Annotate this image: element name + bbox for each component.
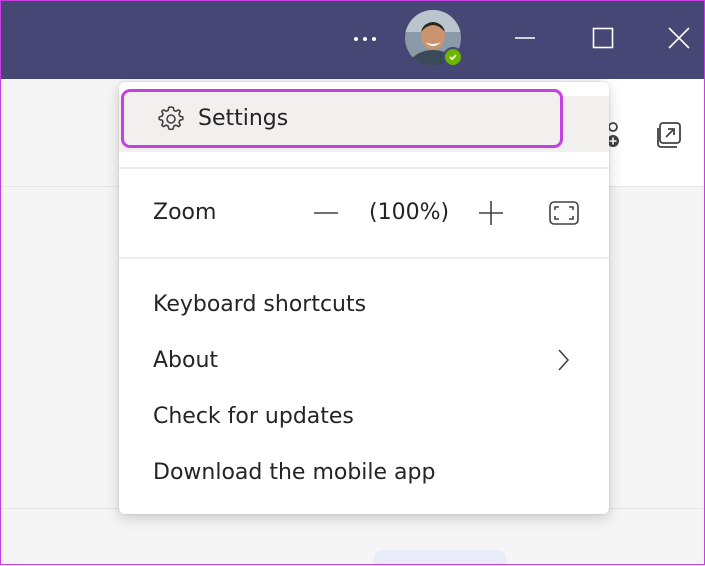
zoom-row: Zoom (100%) (119, 188, 609, 238)
menu-item-about[interactable]: About (153, 348, 218, 373)
full-screen-icon (549, 201, 579, 225)
menu-item-download-mobile-app[interactable]: Download the mobile app (153, 460, 435, 485)
close-icon (668, 27, 690, 49)
pop-out-icon (657, 122, 681, 148)
title-bar (0, 0, 705, 79)
pop-out-button[interactable] (655, 121, 683, 153)
maximize-icon (592, 27, 614, 49)
maximize-button[interactable] (583, 20, 623, 56)
about-submenu-button[interactable] (551, 345, 575, 375)
menu-item-keyboard-shortcuts[interactable]: Keyboard shortcuts (153, 292, 366, 317)
menu-item-check-for-updates[interactable]: Check for updates (153, 404, 354, 429)
minus-icon (314, 212, 338, 214)
minimize-icon (515, 37, 535, 39)
zoom-value: (100%) (369, 200, 450, 225)
zoom-in-button[interactable] (474, 196, 508, 230)
menu-item-settings[interactable]: Settings (121, 89, 563, 148)
more-horizontal-icon (354, 37, 376, 41)
menu-item-settings-label: Settings (198, 106, 289, 131)
more-options-button[interactable] (345, 22, 385, 56)
divider (119, 257, 609, 259)
content-tab[interactable] (374, 550, 506, 566)
zoom-label: Zoom (153, 200, 217, 225)
divider (119, 167, 609, 169)
chevron-right-icon (558, 349, 570, 371)
settings-menu: Settings Zoom (100%) Keyboard shortcuts … (119, 82, 609, 514)
full-screen-button[interactable] (547, 196, 581, 230)
minimize-button[interactable] (505, 20, 545, 56)
avatar[interactable] (405, 10, 463, 67)
zoom-out-button[interactable] (309, 196, 343, 230)
plus-icon (479, 201, 503, 225)
gear-icon (158, 105, 184, 130)
status-available-icon (443, 47, 463, 67)
close-button[interactable] (659, 20, 699, 56)
